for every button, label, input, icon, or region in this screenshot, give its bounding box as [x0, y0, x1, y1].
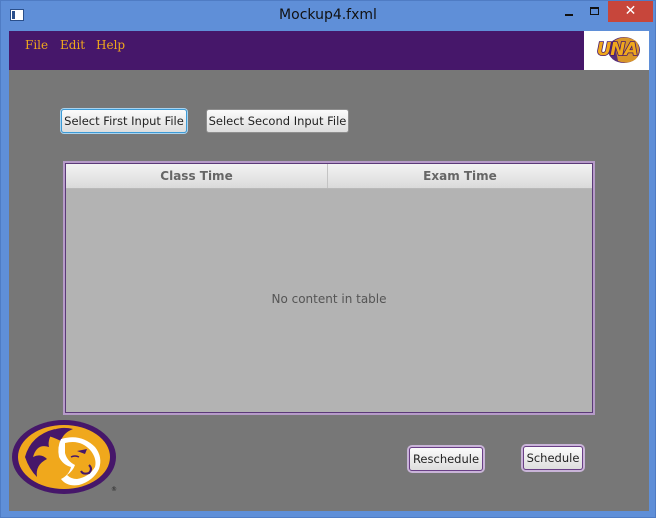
- schedule-button[interactable]: Schedule: [523, 446, 583, 470]
- column-header-exam-time[interactable]: Exam Time: [328, 164, 592, 188]
- minimize-icon: [565, 14, 573, 16]
- una-logo-text: UNA: [597, 39, 638, 60]
- close-button[interactable]: ✕: [608, 1, 653, 22]
- lion-logo: ®: [11, 417, 121, 497]
- menu-help[interactable]: Help: [96, 38, 125, 52]
- title-bar[interactable]: Mockup4.fxml ✕: [1, 1, 655, 31]
- maximize-button[interactable]: [582, 1, 608, 22]
- una-logo-icon: UNA: [596, 37, 640, 63]
- table-header: Class Time Exam Time: [66, 164, 592, 189]
- una-logo: UNA: [584, 31, 649, 70]
- table-empty-message: No content in table: [271, 292, 387, 306]
- close-icon: ✕: [624, 3, 637, 19]
- schedule-table[interactable]: Class Time Exam Time No content in table: [65, 163, 593, 413]
- menu-bar: File Edit Help UNA: [9, 31, 649, 70]
- registered-mark: ®: [111, 486, 117, 493]
- reschedule-button[interactable]: Reschedule: [409, 447, 483, 471]
- menu-edit[interactable]: Edit: [60, 38, 85, 52]
- lion-head-icon: ®: [12, 420, 117, 494]
- client-area: File Edit Help UNA Select First Input Fi…: [9, 31, 649, 511]
- minimize-button[interactable]: [556, 1, 582, 22]
- select-second-input-button[interactable]: Select Second Input File: [206, 109, 349, 133]
- select-first-input-button[interactable]: Select First Input File: [61, 109, 187, 133]
- menu-file[interactable]: File: [25, 38, 48, 52]
- column-header-class-time[interactable]: Class Time: [66, 164, 328, 188]
- app-window: Mockup4.fxml ✕ File Edit Help UNA Select…: [0, 0, 656, 518]
- maximize-icon: [590, 7, 599, 15]
